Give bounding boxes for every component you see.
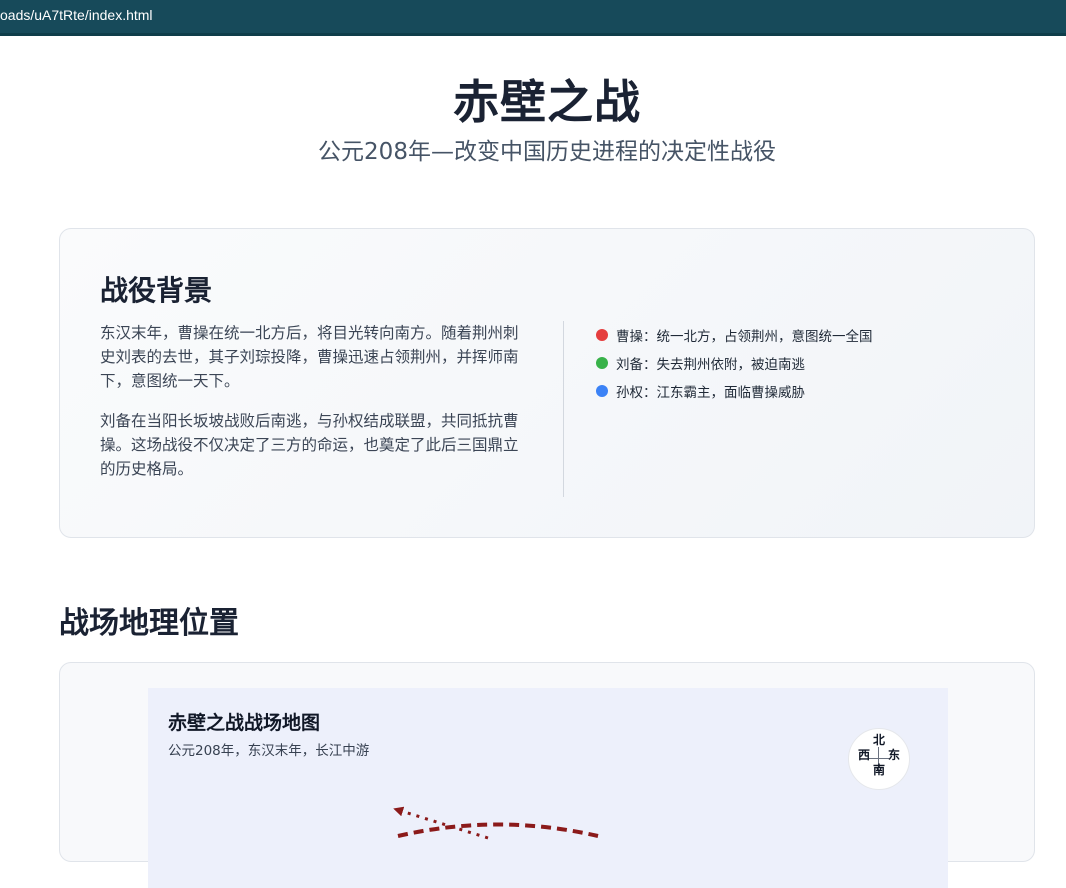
faction-label: 孙权：江东霸主，面临曹操威胁: [616, 385, 805, 401]
background-heading: 战役背景: [100, 274, 213, 307]
geography-heading: 战场地理位置: [59, 606, 239, 641]
background-paragraph: 刘备在当阳长坂坡战败后南逃，与孙权结成联盟，共同抵抗曹操。这场战役不仅决定了三方…: [100, 412, 519, 478]
page-subtitle: 公元208年—改变中国历史进程的决定性战役: [318, 139, 776, 165]
page-title: 赤壁之战: [453, 75, 641, 129]
faction-dot-icon: [596, 329, 608, 341]
retreat-route: [393, 806, 489, 840]
faction-legend: 曹操：统一北方，占领荆州，意图统一全国 刘备：失去荆州依附，被迫南逃 孙权：江东…: [596, 321, 873, 405]
faction-item-caocao: 曹操：统一北方，占领荆州，意图统一全国: [596, 321, 873, 349]
browser-address-bar[interactable]: oads/uA7tRte/index.html: [0, 0, 1066, 36]
faction-item-liubei: 刘备：失去荆州依附，被迫南逃: [596, 349, 873, 377]
faction-label: 刘备：失去荆州依附，被迫南逃: [616, 357, 805, 373]
column-divider: [563, 321, 564, 497]
map-card: 赤壁之战战场地图 公元208年，东汉末年，长江中游 北 南 西 东: [59, 662, 1035, 888]
battle-map[interactable]: 赤壁之战战场地图 公元208年，东汉末年，长江中游 北 南 西 东: [148, 688, 948, 888]
faction-item-sunquan: 孙权：江东霸主，面临曹操威胁: [596, 377, 873, 405]
background-paragraph: 东汉末年，曹操在统一北方后，将目光转向南方。随着荆州刺史刘表的去世，其子刘琮投降…: [100, 324, 519, 390]
url-text[interactable]: oads/uA7tRte/index.html: [0, 7, 153, 23]
route-layer: [393, 806, 599, 840]
faction-label: 曹操：统一北方，占领荆州，意图统一全国: [616, 329, 873, 345]
advance-route: [397, 822, 599, 838]
faction-dot-icon: [596, 385, 608, 397]
faction-dot-icon: [596, 357, 608, 369]
background-card: 战役背景 东汉末年，曹操在统一北方后，将目光转向南方。随着荆州刺史刘表的去世，其…: [59, 228, 1035, 538]
